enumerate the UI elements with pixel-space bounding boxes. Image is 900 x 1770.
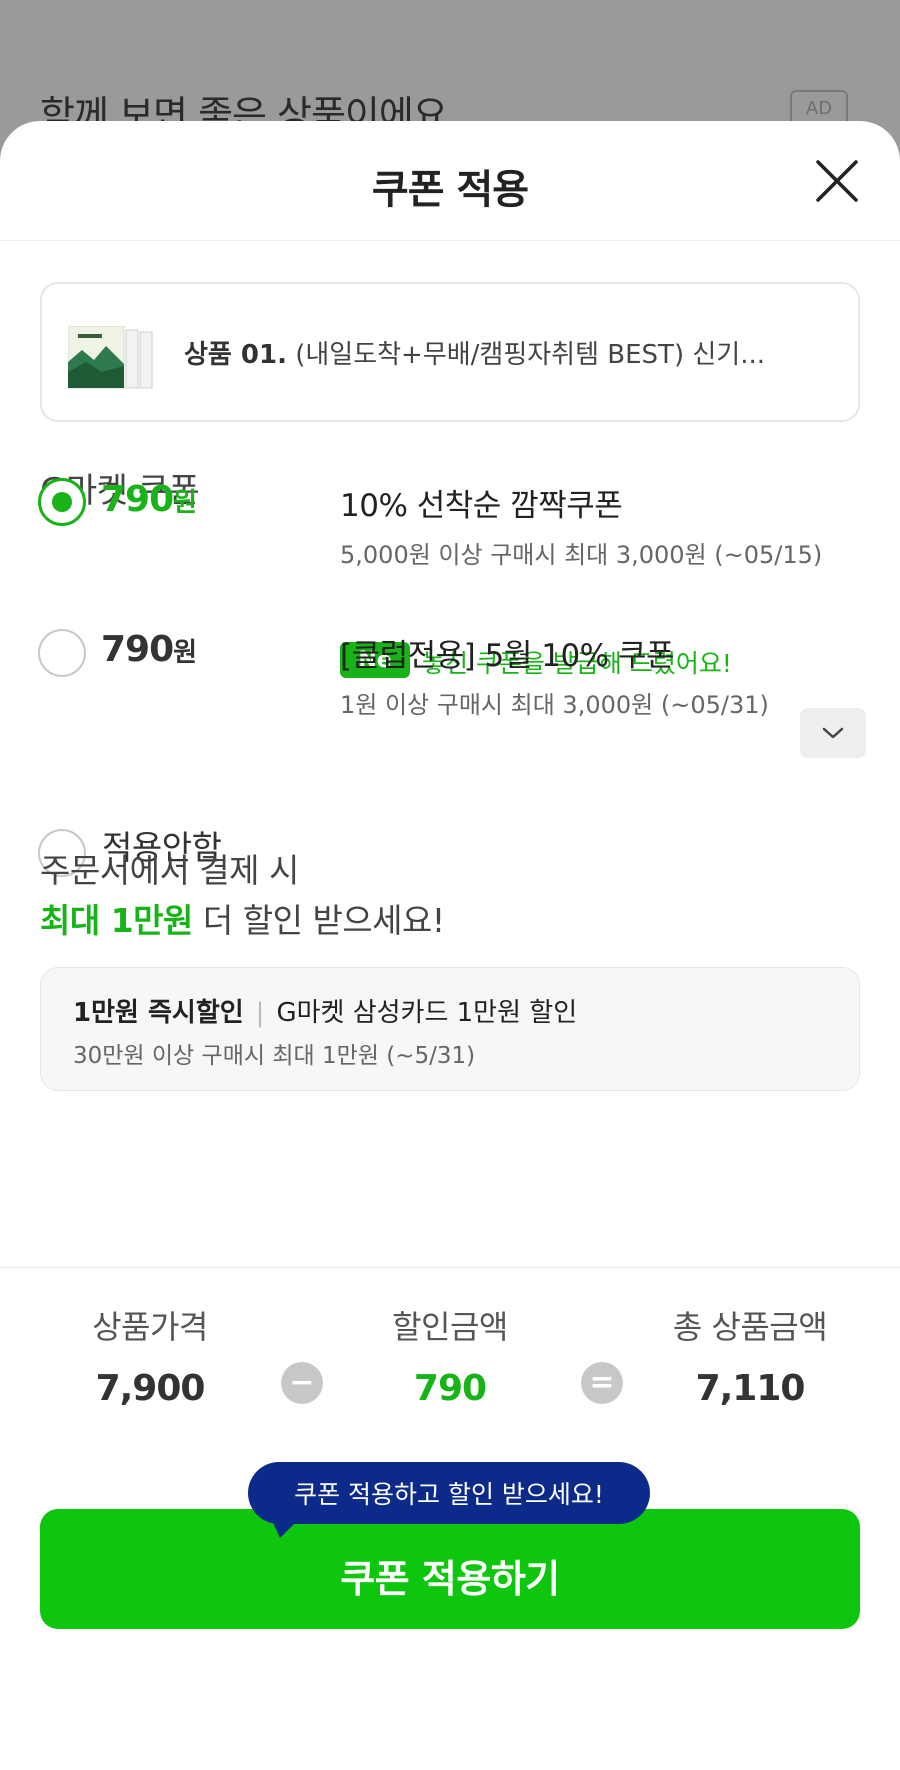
coupon-name-2: [클럽전용] 5월 10% 쿠폰: [340, 638, 675, 674]
summary-discount-value: 790: [413, 1368, 487, 1409]
tooltip-tail: [270, 1516, 302, 1538]
coupon-expand-button[interactable]: [800, 708, 866, 758]
coupon-condition-2: 1원 이상 구매시 최대 3,000원 (~05/31): [340, 691, 769, 719]
coupon-amount-value: 790: [101, 479, 174, 520]
summary-price-value: 7,900: [95, 1368, 206, 1409]
card-discount-bold: 1만원 즉시할인: [73, 998, 244, 1028]
product-number: 상품 01.: [184, 340, 287, 370]
promo-highlight: 최대 1만원: [40, 901, 193, 940]
card-discount-title: 1만원 즉시할인 | G마켓 삼성카드 1만원 할인: [73, 992, 577, 1029]
coupon-radio-1[interactable]: [38, 478, 86, 526]
summary-price-label: 상품가격: [92, 1308, 208, 1346]
sheet-title: 쿠폰 적용: [371, 167, 529, 213]
summary-price: 상품가격 7,900: [30, 1302, 270, 1409]
promo-line-1: 주문서에서 결제 시: [40, 851, 299, 890]
card-discount-condition: 30만원 이상 구매시 최대 1만원 (~5/31): [73, 1043, 476, 1069]
card-discount-box[interactable]: 1만원 즉시할인 | G마켓 삼성카드 1만원 할인 30만원 이상 구매시 최대 …: [40, 967, 860, 1091]
coupon-condition-1: 5,000원 이상 구매시 최대 3,000원 (~05/15): [340, 541, 823, 569]
product-title: (내일도착+무배/캠핑자취템 BEST) 신기...: [286, 340, 765, 370]
promo-rest: 더 할인 받으세요!: [192, 901, 445, 940]
close-button[interactable]: [812, 156, 862, 206]
sheet-header: 쿠폰 적용: [0, 121, 900, 241]
coupon-amount-2: 790원: [101, 629, 197, 670]
apply-coupon-button[interactable]: 쿠폰 적용하기: [40, 1509, 860, 1629]
coupon-radio-2[interactable]: [38, 629, 86, 677]
chevron-down-icon: [822, 727, 844, 739]
promo-line-2: 최대 1만원 더 할인 받으세요!: [40, 894, 445, 942]
product-thumbnail: [67, 325, 156, 390]
apply-tooltip: 쿠폰 적용하고 할인 받으세요!: [248, 1462, 650, 1524]
minus-icon: −: [281, 1362, 323, 1404]
card-discount-name: G마켓 삼성카드 1만원 할인: [276, 998, 578, 1028]
coupon-amount-value: 790: [101, 629, 174, 670]
summary-total-label: 총 상품금액: [672, 1308, 828, 1346]
summary-discount-label: 할인금액: [392, 1308, 508, 1346]
coupon-name-1: 10% 선착순 깜짝쿠폰: [340, 488, 623, 524]
coupon-amount-unit: 원: [173, 488, 197, 518]
coupon-amount-1: 790원: [101, 479, 197, 520]
equals-icon: =: [581, 1362, 623, 1404]
product-card: 상품 01. (내일도착+무배/캠핑자취템 BEST) 신기...: [40, 282, 860, 422]
close-icon: [816, 160, 858, 202]
summary-total-value: 7,110: [695, 1368, 806, 1409]
card-separator: |: [255, 998, 265, 1028]
coupon-amount-unit: 원: [173, 638, 197, 668]
summary-total: 총 상품금액 7,110: [630, 1302, 870, 1409]
product-name: 상품 01. (내일도착+무배/캠핑자취템 BEST) 신기...: [184, 334, 834, 371]
summary-discount: 할인금액 790: [330, 1302, 570, 1409]
